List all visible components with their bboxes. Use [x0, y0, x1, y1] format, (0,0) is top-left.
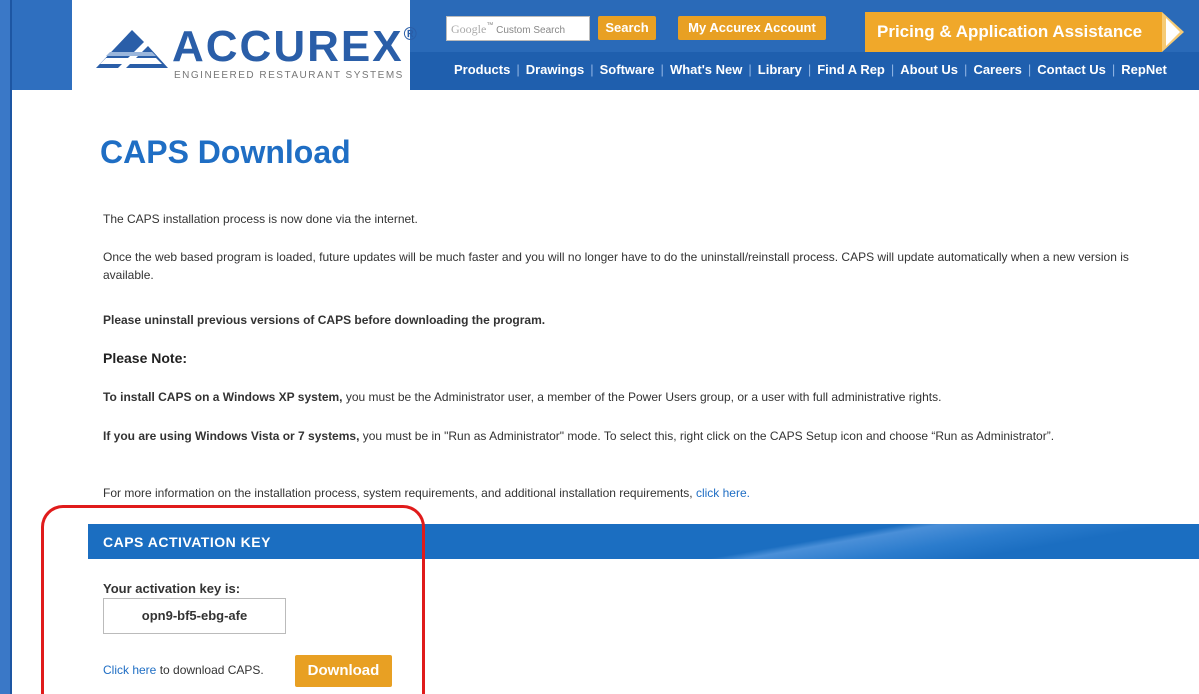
my-account-button[interactable]: My Accurex Account	[678, 16, 826, 40]
page: ACCUREX® ENGINEERED RESTAURANT SYSTEMS G…	[0, 0, 1199, 694]
nav-about-us[interactable]: About Us	[894, 62, 964, 77]
accurex-logo-icon	[96, 30, 168, 68]
nav-find-a-rep[interactable]: Find A Rep	[811, 62, 891, 77]
vista-note: If you are using Windows Vista or 7 syst…	[103, 427, 1163, 445]
header-left-strip	[12, 0, 72, 90]
xp-note: To install CAPS on a Windows XP system, …	[103, 388, 1163, 406]
nav-library[interactable]: Library	[752, 62, 808, 77]
nav-repnet[interactable]: RepNet	[1115, 62, 1173, 77]
xp-note-bold: To install CAPS on a Windows XP system,	[103, 390, 343, 404]
logo-text[interactable]: ACCUREX®	[172, 22, 419, 72]
xp-note-text: you must be the Administrator user, a me…	[342, 390, 942, 404]
vista-note-text: you must be in "Run as Administrator" mo…	[359, 429, 1055, 443]
note-heading: Please Note:	[103, 350, 188, 366]
more-info-text: For more information on the installation…	[103, 486, 696, 500]
logo-wordmark: ACCUREX	[172, 22, 404, 71]
uninstall-warning: Please uninstall previous versions of CA…	[103, 313, 546, 327]
logo-tagline: ENGINEERED RESTAURANT SYSTEMS	[174, 70, 404, 81]
nav-drawings[interactable]: Drawings	[520, 62, 591, 77]
highlight-annotation	[41, 505, 425, 694]
nav-software[interactable]: Software	[594, 62, 661, 77]
more-info-link[interactable]: click here.	[696, 486, 750, 500]
google-label: Google	[451, 22, 487, 36]
nav-products[interactable]: Products	[448, 62, 516, 77]
left-border-inner	[10, 0, 12, 694]
logo-registered: ®	[403, 24, 419, 44]
nav-whats-new[interactable]: What's New	[664, 62, 748, 77]
search-placeholder: Custom Search	[496, 25, 566, 36]
pricing-assistance-button[interactable]: Pricing & Application Assistance	[865, 12, 1162, 52]
activation-key-bar-swoosh	[640, 524, 1199, 559]
pricing-arrow-inner-icon	[1166, 18, 1180, 46]
search-button[interactable]: Search	[598, 16, 656, 40]
updates-paragraph: Once the web based program is loaded, fu…	[103, 250, 1129, 282]
page-title: CAPS Download	[100, 134, 351, 170]
main-nav: Products | Drawings | Software | What's New…	[448, 54, 1199, 84]
nav-careers[interactable]: Careers	[967, 62, 1027, 77]
more-info-paragraph: For more information on the installation…	[103, 484, 1163, 502]
intro-paragraph: The CAPS installation process is now don…	[103, 212, 418, 226]
vista-note-bold: If you are using Windows Vista or 7 syst…	[103, 429, 360, 443]
google-tm: ™	[486, 22, 494, 29]
search-input[interactable]: Google™ Custom Search	[446, 16, 590, 41]
nav-contact-us[interactable]: Contact Us	[1031, 62, 1112, 77]
